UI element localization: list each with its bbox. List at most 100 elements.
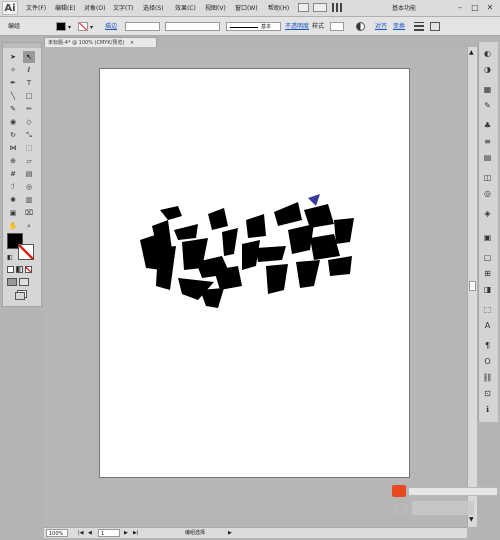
graphic-styles-icon[interactable]: ◈ [481, 207, 494, 220]
slice-icon[interactable]: ⌧ [23, 207, 35, 219]
variable-width-profile-select[interactable] [165, 22, 220, 31]
perspective-icon[interactable]: ▱ [23, 155, 35, 167]
pathfinder-icon[interactable]: ◨ [481, 283, 494, 296]
transform-link[interactable]: 变换 [393, 21, 405, 32]
maximize-icon[interactable]: □ [470, 3, 480, 13]
default-colors-icon[interactable]: ◧ [7, 254, 13, 261]
chevron-down-icon[interactable]: ▾ [68, 24, 71, 31]
navigator-icon[interactable]: ⊡ [481, 387, 494, 400]
draw-behind-icon[interactable] [19, 278, 29, 286]
rectangle-icon[interactable]: □ [23, 90, 35, 102]
menu-help[interactable]: 帮助(H) [268, 3, 289, 12]
rotate-icon[interactable]: ↻ [7, 129, 19, 141]
free-transform-icon[interactable]: ⬚ [23, 142, 35, 154]
arrange-documents-icon[interactable] [313, 3, 327, 12]
graphic-style-swatch[interactable] [330, 22, 344, 31]
bridge-icon[interactable] [298, 3, 309, 12]
close-tab-icon[interactable]: × [130, 40, 134, 46]
gradient-panel-icon[interactable]: ▤ [481, 151, 494, 164]
align-panel-icon[interactable]: ⊞ [481, 267, 494, 280]
fill-swatch[interactable] [56, 22, 66, 31]
color-mode-icon[interactable] [7, 266, 14, 273]
grid-layout-icon[interactable] [332, 3, 342, 12]
transparency-icon[interactable]: ◫ [481, 171, 494, 184]
minimize-icon[interactable]: – [455, 3, 465, 13]
layers-icon[interactable]: ▣ [481, 231, 494, 244]
artboards-icon[interactable]: ▢ [481, 251, 494, 264]
panel-grip[interactable] [3, 43, 41, 48]
gradient-mode-icon[interactable] [16, 266, 23, 273]
menu-window[interactable]: 窗口(W) [235, 3, 258, 12]
close-icon[interactable]: ✕ [485, 3, 495, 13]
eraser-icon[interactable]: ◇ [23, 116, 35, 128]
previous-artboard-icon[interactable]: ◀ [88, 529, 92, 537]
hand-icon[interactable]: ✋ [7, 220, 19, 232]
menu-type[interactable]: 文字(T) [113, 3, 133, 12]
align-link[interactable]: 对齐 [375, 21, 387, 32]
chevron-down-icon[interactable]: ▾ [90, 24, 93, 31]
direct-selection-icon[interactable]: ↖ [23, 51, 35, 63]
scroll-up-icon[interactable]: ▲ [469, 49, 474, 56]
draw-normal-icon[interactable] [7, 278, 17, 286]
menu-select[interactable]: 选择(S) [143, 3, 164, 12]
color-guide-icon[interactable]: ◑ [481, 63, 494, 76]
stroke-color-box[interactable] [18, 244, 34, 260]
isolate-group-icon[interactable] [414, 22, 424, 31]
mesh-icon[interactable]: # [7, 168, 19, 180]
info-icon[interactable]: ℹ [481, 403, 494, 416]
graph-icon[interactable]: ▥ [23, 194, 35, 206]
pencil-icon[interactable]: ✏ [23, 103, 35, 115]
recolor-artwork-icon[interactable] [356, 22, 365, 31]
type-icon[interactable]: T [23, 77, 35, 89]
swatches-icon[interactable]: ▦ [481, 83, 494, 96]
links-icon[interactable]: ⛓ [481, 371, 494, 384]
stroke-swatch[interactable] [78, 22, 88, 31]
workspace-switcher[interactable]: 基本功能 [392, 3, 416, 12]
scrollbar-thumb[interactable] [469, 281, 476, 291]
lasso-icon[interactable]: ℓ [23, 64, 35, 76]
magic-wand-icon[interactable]: ✧ [7, 64, 19, 76]
gradient-icon[interactable]: ▤ [23, 168, 35, 180]
selection-icon[interactable]: ➤ [7, 51, 19, 63]
shattered-text-artwork[interactable] [138, 190, 358, 310]
last-artboard-icon[interactable]: ▶| [133, 529, 139, 537]
opentype-icon[interactable]: O [481, 355, 494, 368]
menu-file[interactable]: 文件(F) [26, 3, 46, 12]
menu-effect[interactable]: 效果(C) [175, 3, 196, 12]
next-artboard-icon[interactable]: ▶ [124, 529, 128, 537]
zoom-icon[interactable]: ⌕ [23, 220, 35, 232]
character-icon[interactable]: A [481, 319, 494, 332]
status-menu-icon[interactable]: ▶ [228, 529, 232, 537]
scale-icon[interactable]: ⤡ [23, 129, 35, 141]
line-icon[interactable]: ╲ [7, 90, 19, 102]
stroke-weight-field[interactable] [125, 22, 160, 31]
menu-view[interactable]: 视图(V) [205, 3, 226, 12]
brush-definition-select[interactable]: 基本 [226, 22, 281, 31]
pen-icon[interactable]: ✒ [7, 77, 19, 89]
width-icon[interactable]: ⋈ [7, 142, 19, 154]
panel-menu-icon[interactable] [430, 22, 440, 31]
artboard-icon[interactable]: ▣ [7, 207, 19, 219]
symbols-icon[interactable]: ♣ [481, 119, 494, 132]
paintbrush-icon[interactable]: ✎ [7, 103, 19, 115]
blob-brush-icon[interactable]: ◉ [7, 116, 19, 128]
artboard-number-field[interactable]: 1 [98, 529, 120, 537]
current-tool-status[interactable]: 编组选择 [185, 529, 205, 537]
eyedropper-icon[interactable]: ℐ [7, 181, 19, 193]
stroke-panel-icon[interactable]: ≡ [481, 135, 494, 148]
blend-icon[interactable]: ◎ [23, 181, 35, 193]
none-mode-icon[interactable] [25, 266, 32, 273]
appearance-icon[interactable]: ◎ [481, 187, 494, 200]
vertical-scrollbar[interactable]: ▲ ▼ [467, 47, 477, 527]
menu-object[interactable]: 对象(O) [84, 3, 105, 12]
symbol-sprayer-icon[interactable]: ✺ [7, 194, 19, 206]
brushes-icon[interactable]: ✎ [481, 99, 494, 112]
zoom-field[interactable]: 100% [46, 529, 68, 537]
document-tab[interactable]: 未标题-4* @ 100% (CMYK/预览) × [44, 37, 157, 47]
menu-edit[interactable]: 编辑(E) [55, 3, 75, 12]
opacity-label[interactable]: 不透明度 [285, 21, 309, 32]
transform-panel-icon[interactable]: ⬚ [481, 303, 494, 316]
first-artboard-icon[interactable]: |◀ [78, 529, 84, 537]
color-panel-icon[interactable]: ◐ [481, 47, 494, 60]
screen-mode-icon[interactable] [15, 292, 25, 300]
